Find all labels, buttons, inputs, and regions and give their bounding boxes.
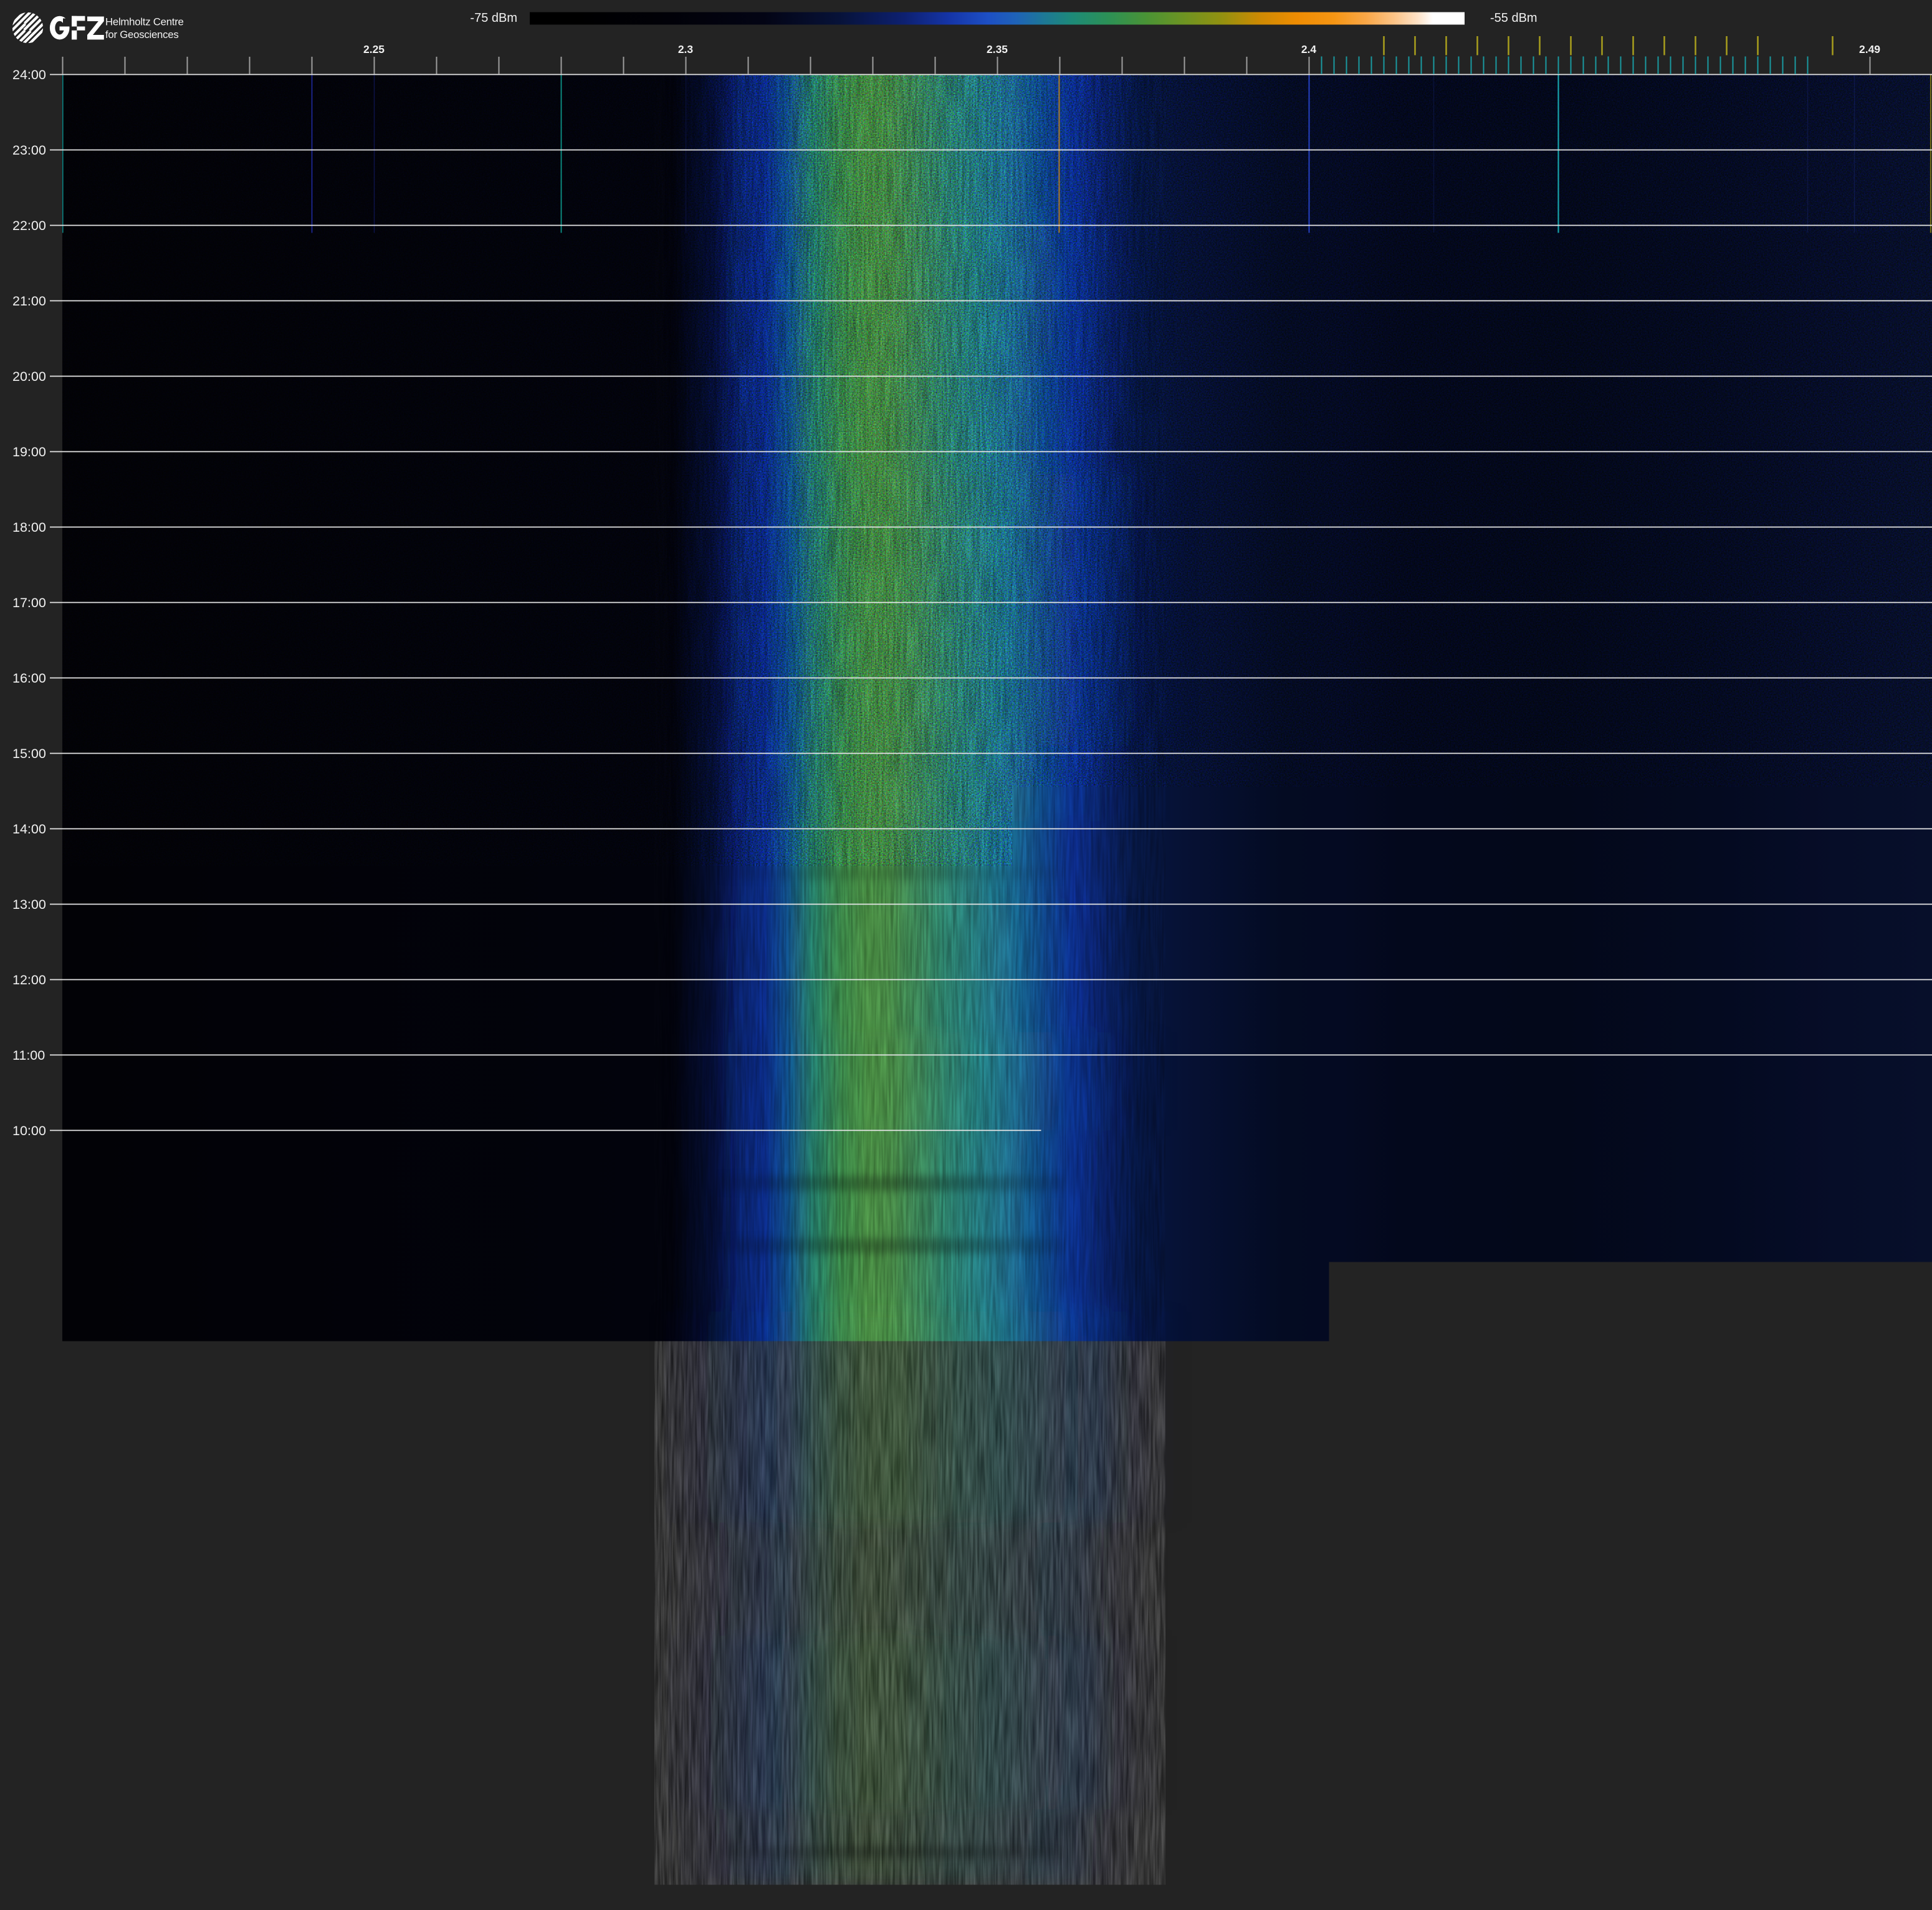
svg-text:6:00: 6:00: [12, 1425, 39, 1440]
svg-text:16:00: 16:00: [12, 671, 46, 686]
svg-text:14:00: 14:00: [12, 822, 46, 837]
svg-text:5:00: 5:00: [12, 1500, 39, 1515]
svg-text:21:00: 21:00: [12, 294, 46, 309]
svg-text:4:00: 4:00: [12, 1576, 39, 1591]
svg-text:2025-03-19: 2025-03-19: [1858, 1892, 1925, 1906]
svg-text:17:00: 17:00: [12, 595, 46, 610]
svg-text:18:00: 18:00: [12, 520, 46, 535]
svg-text:8:00: 8:00: [12, 1274, 39, 1289]
svg-text:for Geosciences: for Geosciences: [105, 29, 179, 41]
svg-text:2.35: 2.35: [987, 43, 1008, 55]
svg-text:19:00: 19:00: [12, 444, 46, 459]
svg-text:13:00: 13:00: [12, 897, 46, 912]
svg-text:3:00: 3:00: [12, 1651, 39, 1666]
svg-text:12:00: 12:00: [12, 972, 46, 987]
svg-text:-75 dBm: -75 dBm: [470, 11, 517, 25]
svg-text:2.49: 2.49: [1859, 43, 1880, 55]
svg-text:11:00: 11:00: [12, 1048, 45, 1063]
svg-text:10:00: 10:00: [12, 1123, 46, 1138]
svg-text:7:00: 7:00: [12, 1350, 39, 1365]
svg-text:https://doi.org/10.5880/GFZ.1.: https://doi.org/10.5880/GFZ.1.2.2024.003: [62, 1892, 296, 1906]
svg-text:Helmholtz Centre: Helmholtz Centre: [105, 16, 184, 28]
svg-text:2:00: 2:00: [12, 1727, 39, 1742]
svg-text:-55 dBm: -55 dBm: [1490, 11, 1537, 25]
svg-text:1:00: 1:00: [12, 1802, 39, 1817]
svg-text:2.4: 2.4: [1301, 43, 1317, 55]
svg-text:2.25: 2.25: [363, 43, 385, 55]
svg-text:2.3: 2.3: [678, 43, 694, 55]
svg-text:1_2200_2500_10000_40_0: 1_2200_2500_10000_40_0: [917, 1892, 1078, 1906]
svg-text:15:00: 15:00: [12, 746, 46, 761]
svg-text:9:00: 9:00: [12, 1199, 39, 1214]
svg-text:24:00: 24:00: [12, 67, 46, 82]
svg-text:20:00: 20:00: [12, 369, 46, 384]
svg-text:0:00: 0:00: [12, 1878, 39, 1893]
svg-text:23:00: 23:00: [12, 143, 46, 158]
svg-text:22:00: 22:00: [12, 218, 46, 233]
